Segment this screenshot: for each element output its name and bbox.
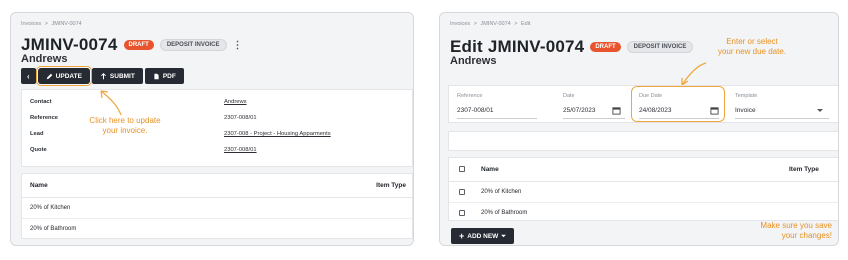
name-column-header: Name — [481, 166, 499, 173]
breadcrumb-separator: > — [473, 21, 477, 27]
contact-subtitle: Andrews — [450, 55, 497, 67]
due-date-input[interactable]: 24/08/2023 — [639, 107, 672, 114]
update-button-label: UPDATE — [55, 72, 82, 80]
name-column-header: Name — [30, 182, 48, 189]
row-name: 20% of Kitchen — [481, 189, 522, 195]
breadcrumb-invoices[interactable]: Invoices — [450, 21, 470, 27]
add-new-button[interactable]: + ADD NEW — [451, 228, 515, 244]
reference-input[interactable]: 2307-008/01 — [457, 107, 494, 114]
row-name: 20% of Kitchen — [30, 205, 71, 211]
reference-label: Reference — [30, 115, 59, 121]
table-row[interactable]: 20% of Kitchen — [449, 182, 838, 203]
update-button[interactable]: UPDATE — [35, 66, 92, 86]
template-underline — [735, 118, 829, 119]
item-type-column-header: Item Type — [789, 166, 819, 173]
chevron-down-icon[interactable] — [817, 108, 823, 113]
plus-icon: + — [459, 231, 465, 241]
breadcrumb-current: JMINV-0074 — [51, 21, 82, 27]
line-items-header: Name Item Type — [22, 174, 412, 198]
row-checkbox[interactable] — [459, 189, 465, 195]
type-badge: DEPOSIT INVOICE — [626, 41, 694, 53]
page-title: Edit JMINV-0074 — [450, 37, 585, 56]
breadcrumb: Invoices > JMINV-0074 — [21, 21, 84, 27]
due-date-label: Due Date — [639, 93, 663, 99]
template-select[interactable]: Invoice — [735, 107, 756, 114]
calendar-icon[interactable] — [710, 106, 719, 115]
table-header: Name Item Type — [449, 158, 838, 182]
template-label: Template — [735, 93, 758, 99]
reference-underline — [457, 118, 537, 119]
breadcrumb-separator: > — [514, 21, 518, 27]
select-all-checkbox[interactable] — [459, 166, 465, 172]
save-annotation: Make sure you save your changes! — [760, 221, 832, 240]
pdf-button[interactable]: PDF — [144, 68, 184, 84]
quote-link[interactable]: 2307-008/01 — [224, 147, 257, 153]
row-name: 20% of Bathroom — [30, 226, 77, 232]
title-row: Edit JMINV-0074 DRAFT DEPOSIT INVOICE — [450, 37, 694, 57]
type-badge: DEPOSIT INVOICE — [159, 39, 227, 51]
invoice-edit-panel: Invoices > JMINV-0074 > Edit Edit JMINV-… — [439, 12, 839, 246]
due-date-underline — [639, 118, 719, 119]
update-annotation: Click here to update your invoice. — [89, 116, 161, 135]
invoice-edit-form: Reference 2307-008/01 Date 25/07/2023 Du… — [448, 85, 838, 123]
page-title: JMINV-0074 — [21, 35, 118, 54]
annotation-arrow-icon — [100, 90, 122, 116]
back-button[interactable]: ‹ — [21, 68, 36, 84]
table-row[interactable]: 20% of Bathroom — [22, 219, 412, 240]
status-badge: DRAFT — [123, 40, 154, 50]
pencil-icon — [46, 73, 52, 79]
kebab-menu-icon[interactable]: ⋮ — [233, 40, 243, 51]
contact-label: Contact — [30, 99, 52, 105]
submit-button[interactable]: SUBMIT — [91, 68, 143, 84]
contact-subtitle: Andrews — [21, 53, 68, 65]
lead-link[interactable]: 2307-008 - Project - Housing Apparments — [224, 131, 331, 137]
arrow-up-icon — [100, 72, 106, 79]
document-icon — [154, 73, 159, 79]
breadcrumb-invoices[interactable]: Invoices — [21, 21, 41, 27]
date-underline — [563, 118, 625, 119]
chevron-down-icon — [501, 234, 507, 238]
date-label: Date — [563, 93, 575, 99]
line-items-table: Name Item Type 20% of Kitchen 20% of Bat… — [448, 157, 838, 221]
line-items-card: Name Item Type 20% of Kitchen 20% of Bat… — [21, 173, 413, 239]
reference-label: Reference — [457, 93, 483, 99]
title-row: JMINV-0074 DRAFT DEPOSIT INVOICE ⋮ — [21, 35, 243, 55]
row-name: 20% of Bathroom — [481, 210, 528, 216]
row-checkbox[interactable] — [459, 210, 465, 216]
breadcrumb-invoice[interactable]: JMINV-0074 — [480, 21, 510, 27]
empty-section — [448, 131, 838, 151]
reference-value: 2307-008/01 — [224, 115, 257, 121]
breadcrumb-current: Edit — [521, 21, 531, 27]
table-row[interactable]: 20% of Kitchen — [22, 198, 412, 219]
breadcrumb: Invoices > JMINV-0074 > Edit — [450, 21, 533, 27]
toolbar: ‹ UPDATE SUBMIT PDF — [21, 66, 184, 86]
add-new-label: ADD NEW — [467, 232, 499, 240]
quote-label: Quote — [30, 147, 47, 153]
pdf-button-label: PDF — [162, 72, 176, 80]
due-date-annotation: Enter or select your new due date. — [717, 37, 787, 56]
chevron-left-icon: ‹ — [27, 71, 30, 81]
submit-button-label: SUBMIT — [109, 72, 135, 80]
date-input[interactable]: 25/07/2023 — [563, 107, 596, 114]
lead-label: Lead — [30, 131, 44, 137]
invoice-view-panel: Invoices > JMINV-0074 JMINV-0074 DRAFT D… — [10, 12, 414, 246]
calendar-icon[interactable] — [612, 106, 621, 115]
status-badge: DRAFT — [590, 42, 621, 52]
contact-link[interactable]: Andrews — [224, 99, 247, 105]
breadcrumb-separator: > — [44, 21, 48, 27]
item-type-column-header: Item Type — [376, 182, 406, 189]
